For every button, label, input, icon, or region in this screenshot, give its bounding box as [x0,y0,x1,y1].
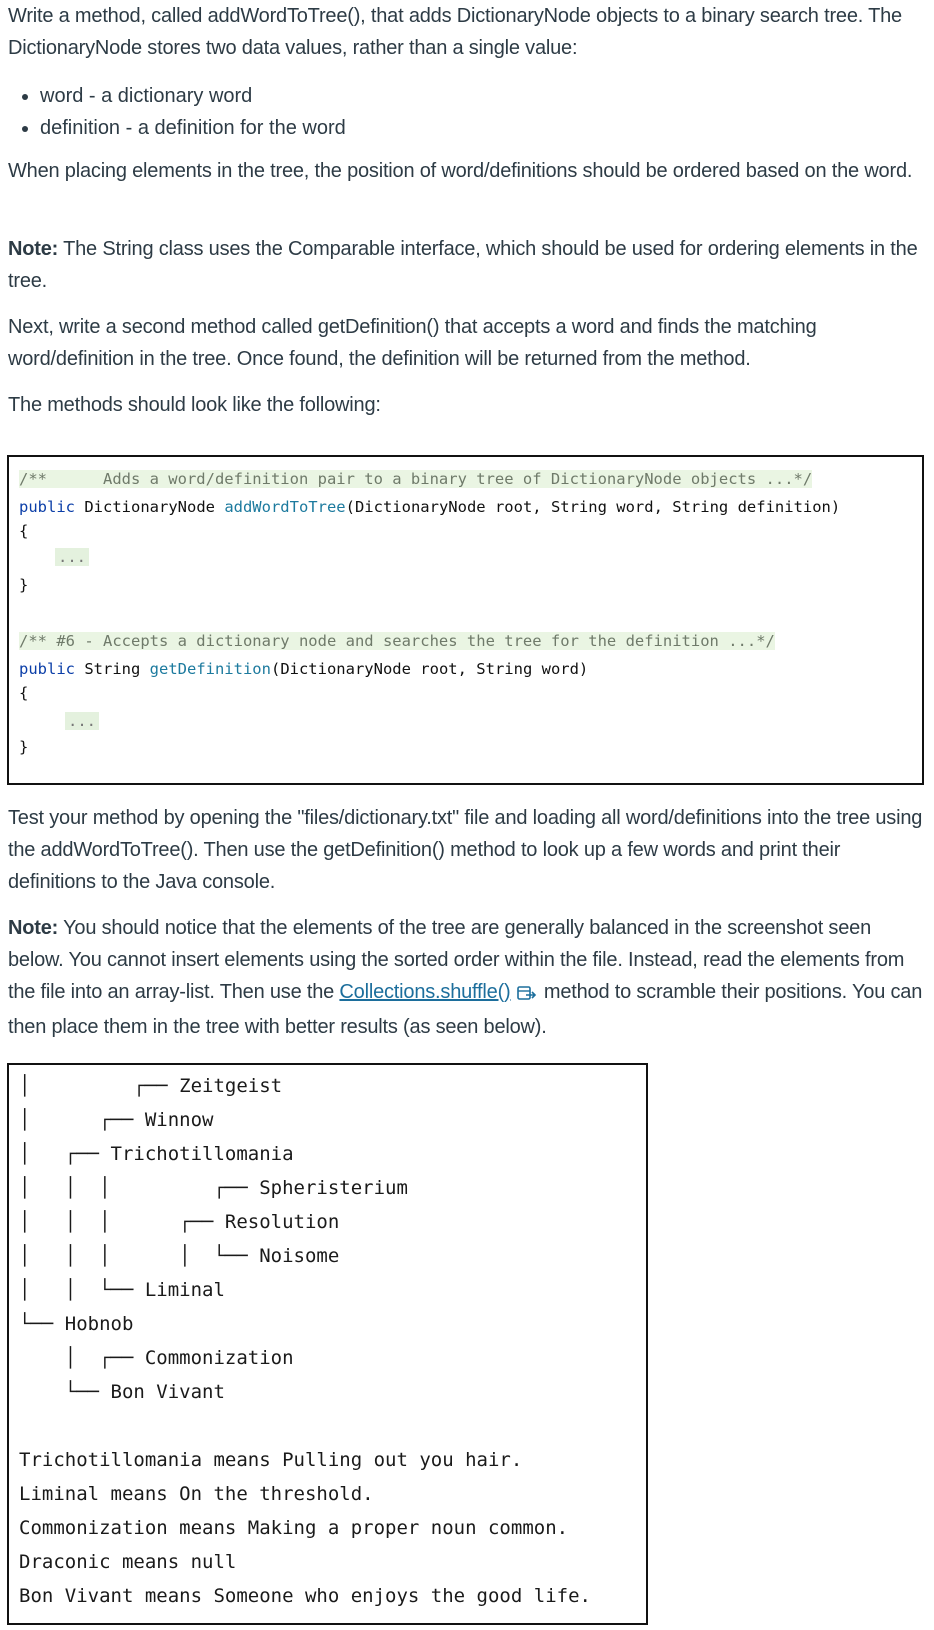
tree-line: │ ┌── Commonization [19,1347,294,1369]
tree-line: └── Hobnob [19,1313,134,1335]
code-signature-add: public DictionaryNode addWordToTree(Dict… [19,498,841,516]
ordering-paragraph: When placing elements in the tree, the p… [8,160,913,182]
code-comment-get: /** #6 - Accepts a dictionary node and s… [19,632,775,650]
test-paragraph: Test your method by opening the "files/d… [8,807,923,893]
tree-line: │ │ └── Liminal [19,1279,225,1301]
code-close-brace: } [19,738,29,756]
console-line: Liminal means On the threshold. [19,1483,374,1505]
tree-line: │ │ │ │ └── Noisome [19,1245,340,1267]
code-comment-add: /** Adds a word/definition pair to a bin… [19,470,813,488]
intro-paragraph: Write a method, called addWordToTree(), … [8,5,902,59]
tree-line: │ ┌── Trichotillomania [19,1143,294,1165]
code-folded-body[interactable]: ... [65,709,99,733]
note-comparable: Note: The String class uses the Comparab… [8,233,923,297]
field-list: word - a dictionary word definition - a … [8,80,346,144]
code-open-brace: { [19,684,29,702]
collections-shuffle-link[interactable]: Collections.shuffle() [339,981,510,1003]
note-label: Note: [8,238,59,260]
console-line: Draconic means null [19,1551,237,1573]
note-shuffle: Note: You should notice that the element… [8,917,923,1038]
tree-line: │ │ │ ┌── Spheristerium [19,1177,408,1199]
code-open-brace: { [19,522,29,540]
methods-intro: The methods should look like the followi… [8,394,381,416]
tree-line: └── Bon Vivant [19,1381,225,1403]
tree-line: │ ┌── Winnow [19,1109,214,1131]
list-item: definition - a definition for the word [40,112,346,144]
tree-line: │ │ │ ┌── Resolution [19,1211,340,1233]
get-definition-paragraph: Next, write a second method called getDe… [8,316,817,370]
console-output: │ ┌── Zeitgeist │ ┌── Winnow │ ┌── Trich… [7,1063,648,1625]
tree-line: │ ┌── Zeitgeist [19,1075,283,1097]
console-line: Bon Vivant means Someone who enjoys the … [19,1585,591,1607]
code-signature-get: public String getDefinition(DictionaryNo… [19,660,589,678]
external-link-icon[interactable] [516,979,537,1011]
code-close-brace: } [19,576,29,594]
list-item: word - a dictionary word [40,80,346,112]
console-line: Trichotillomania means Pulling out you h… [19,1449,523,1471]
console-line: Commonization means Making a proper noun… [19,1517,569,1539]
note-text: The String class uses the Comparable int… [8,238,918,292]
code-block: /** Adds a word/definition pair to a bin… [7,455,924,785]
note-label: Note: [8,917,59,939]
code-folded-body[interactable]: ... [55,545,89,569]
